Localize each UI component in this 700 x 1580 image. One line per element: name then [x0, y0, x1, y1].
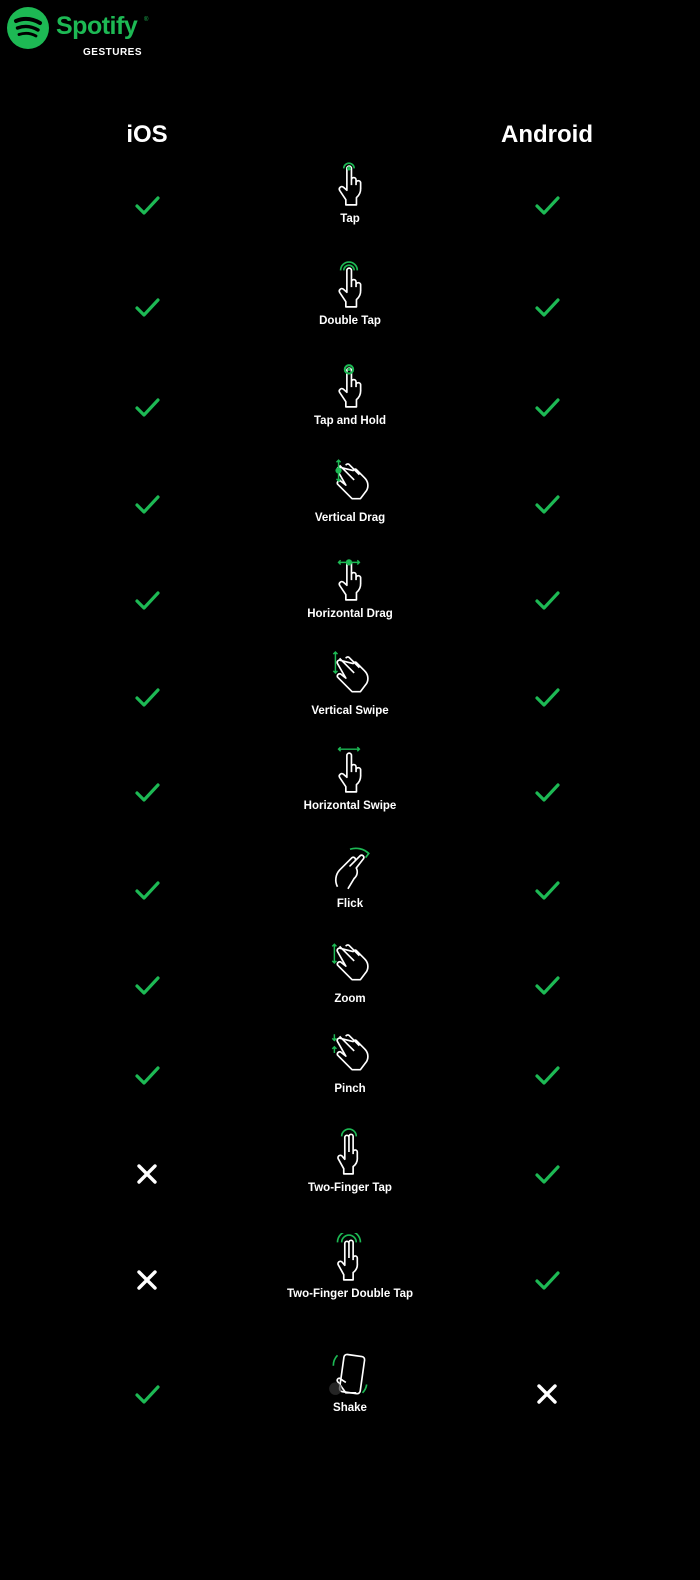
gesture-label: Horizontal Swipe — [303, 800, 397, 812]
gesture-row: Double Tap — [0, 261, 700, 360]
android-supported-check-icon — [532, 1159, 562, 1189]
spotify-icon — [7, 7, 49, 49]
ios-supported-check-icon — [132, 682, 162, 712]
column-header-ios: iOS — [126, 121, 168, 148]
android-supported-check-icon — [532, 682, 562, 712]
gesture-label: Two-Finger Double Tap — [286, 1288, 414, 1300]
gesture-row: Vertical Swipe — [0, 651, 700, 750]
gesture-row: Flick — [0, 847, 700, 943]
ios-supported-check-icon — [132, 1060, 162, 1090]
android-supported-check-icon — [532, 970, 562, 1000]
ios-supported-check-icon — [132, 970, 162, 1000]
android-supported-check-icon — [532, 585, 562, 615]
android-supported-check-icon — [532, 489, 562, 519]
android-supported-check-icon — [532, 1265, 562, 1295]
ios-supported-check-icon — [132, 585, 162, 615]
gesture-label: Zoom — [334, 993, 366, 1005]
gesture-row: Horizontal Drag — [0, 559, 700, 653]
gesture-row: Vertical Drag — [0, 459, 700, 557]
ios-unsupported-cross-icon — [132, 1265, 162, 1295]
gesture-row: Pinch — [0, 1034, 700, 1128]
android-unsupported-cross-icon — [532, 1379, 562, 1409]
gesture-label: Flick — [336, 898, 364, 910]
ios-supported-check-icon — [132, 1379, 162, 1409]
gesture-label: Vertical Swipe — [311, 705, 389, 717]
gesture-row: Two-Finger Double Tap — [0, 1233, 700, 1333]
gesture-label: Two-Finger Tap — [308, 1182, 392, 1194]
brand-subtitle: GESTURES — [83, 47, 143, 58]
vertical-swipe-icon — [325, 650, 375, 700]
gesture-label: Double Tap — [319, 315, 381, 327]
zoom-icon — [325, 938, 375, 988]
gesture-row: Shake — [0, 1353, 700, 1447]
android-supported-check-icon — [532, 190, 562, 220]
two-finger-double-tap-icon — [325, 1233, 375, 1283]
android-supported-check-icon — [532, 875, 562, 905]
gesture-label: Tap — [340, 213, 360, 225]
vertical-drag-icon — [325, 457, 375, 507]
flick-icon — [325, 843, 375, 893]
gesture-label: Shake — [333, 1402, 367, 1414]
tap-icon — [325, 158, 375, 208]
brand-name: Spotify — [56, 12, 138, 40]
android-supported-check-icon — [532, 777, 562, 807]
ios-supported-check-icon — [132, 875, 162, 905]
gesture-row: Tap and Hold — [0, 364, 700, 460]
ios-unsupported-cross-icon — [132, 1159, 162, 1189]
android-supported-check-icon — [532, 1060, 562, 1090]
horizontal-drag-icon — [325, 553, 375, 603]
gesture-label: Tap and Hold — [314, 415, 386, 427]
ios-supported-check-icon — [132, 392, 162, 422]
gesture-row: Tap — [0, 162, 700, 258]
android-supported-check-icon — [532, 392, 562, 422]
horizontal-swipe-icon — [325, 745, 375, 795]
gesture-row: Two-Finger Tap — [0, 1128, 700, 1227]
pinch-icon — [325, 1028, 375, 1078]
spotify-logo: Spotify ® GESTURES — [6, 6, 156, 58]
shake-icon — [325, 1347, 375, 1397]
brand-trademark: ® — [144, 17, 149, 23]
gesture-row: Horizontal Swipe — [0, 746, 700, 845]
column-header-android: Android — [501, 121, 593, 148]
android-supported-check-icon — [532, 292, 562, 322]
gesture-label: Horizontal Drag — [307, 608, 393, 620]
ios-supported-check-icon — [132, 489, 162, 519]
ios-supported-check-icon — [132, 292, 162, 322]
tap-and-hold-icon — [325, 360, 375, 410]
two-finger-tap-icon — [325, 1127, 375, 1177]
double-tap-icon — [325, 260, 375, 310]
gesture-label: Vertical Drag — [314, 512, 386, 524]
ios-supported-check-icon — [132, 777, 162, 807]
ios-supported-check-icon — [132, 190, 162, 220]
gesture-label: Pinch — [334, 1083, 366, 1095]
